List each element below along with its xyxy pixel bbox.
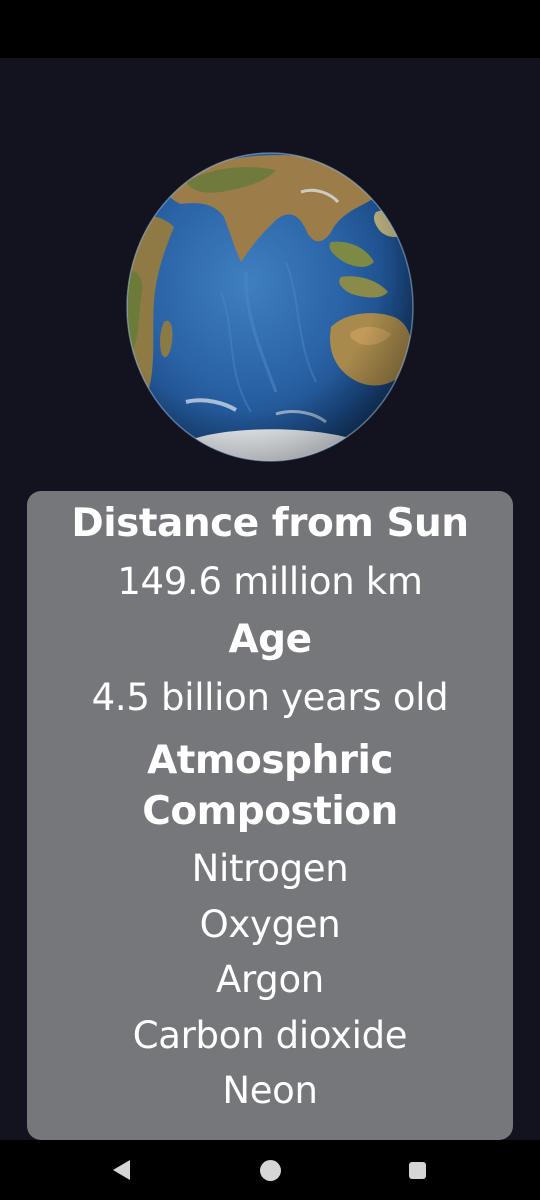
recents-square-icon xyxy=(408,1161,426,1179)
back-triangle-icon xyxy=(112,1160,130,1180)
atmosphere-heading: Atmosphric Compostion xyxy=(142,738,398,834)
planet-info-card: Distance from Sun 149.6 million km Age 4… xyxy=(27,491,513,1140)
back-button[interactable] xyxy=(93,1140,153,1200)
age-value: 4.5 billion years old xyxy=(91,676,449,719)
age-heading: Age xyxy=(228,617,312,662)
distance-value: 149.6 million km xyxy=(117,560,423,603)
gas-item: Carbon dioxide xyxy=(132,1013,408,1057)
distance-heading: Distance from Sun xyxy=(71,501,469,546)
gas-item: Nitrogen xyxy=(191,847,349,890)
gas-item: Neon xyxy=(222,1069,318,1112)
earth-image xyxy=(126,152,414,462)
home-circle-icon xyxy=(259,1159,281,1181)
navigation-bar xyxy=(0,1140,540,1200)
status-bar xyxy=(0,0,540,58)
gas-item: Oxygen xyxy=(199,902,341,946)
earth-globe-icon xyxy=(126,152,414,462)
gas-item: Argon xyxy=(216,958,324,1001)
recents-button[interactable] xyxy=(387,1140,447,1200)
atmosphere-gas-list: Nitrogen Oxygen Argon Carbon dioxide Neo… xyxy=(27,841,513,1119)
home-button[interactable] xyxy=(240,1140,300,1200)
